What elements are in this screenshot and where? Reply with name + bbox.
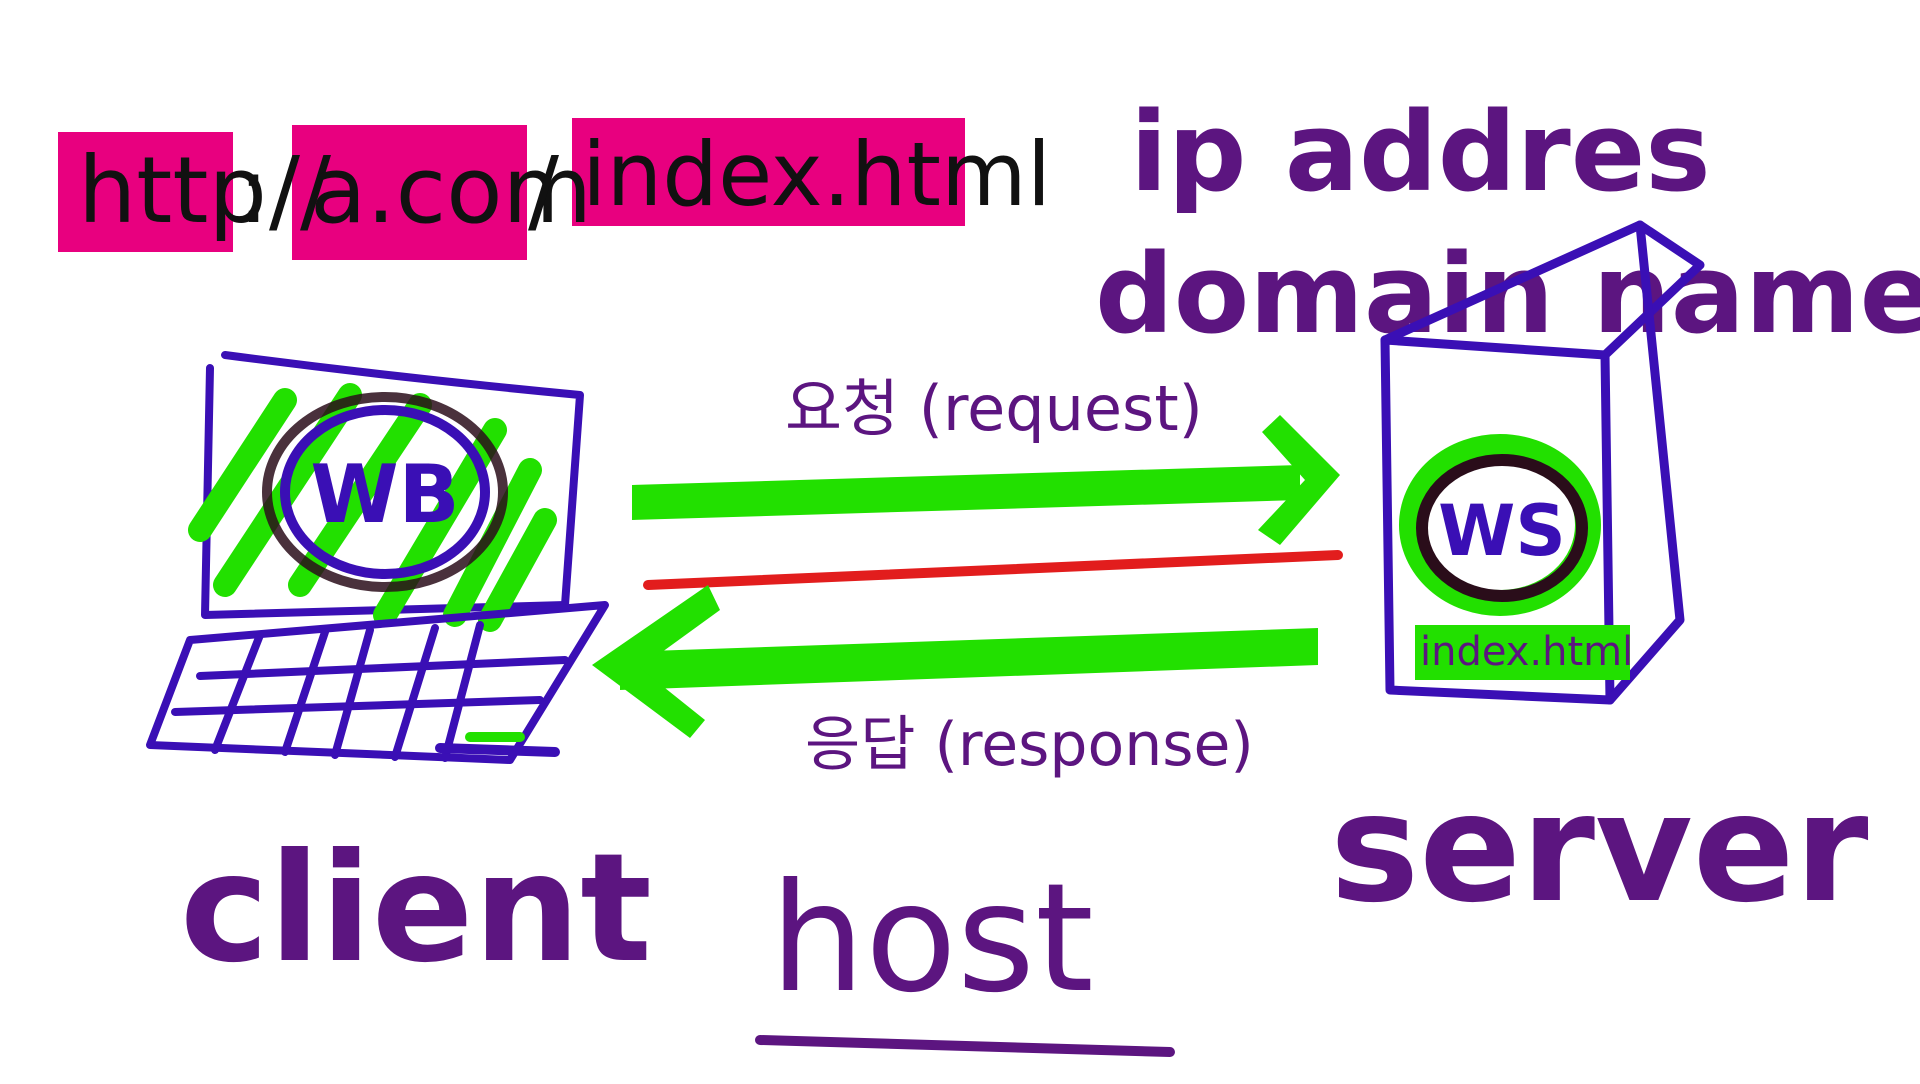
diagram-canvas: http :// a.com / index.html ip addres do… xyxy=(0,0,1920,1080)
server-badge: WS xyxy=(1438,490,1566,572)
server-note-ip: ip addres xyxy=(1130,88,1711,216)
url-path: index.html xyxy=(582,123,1051,226)
server-file-label: index.html xyxy=(1420,629,1633,675)
host-underline xyxy=(755,1035,1175,1057)
response-arrow-shaft xyxy=(620,628,1318,690)
server-note: ip addres domain name xyxy=(1095,88,1920,358)
response-label: 응답 (response) xyxy=(805,710,1254,780)
host-label: host xyxy=(770,852,1094,1026)
keyboard-base xyxy=(435,743,560,757)
url-group: http :// a.com / index.html xyxy=(58,118,1051,260)
request-label: 요청 (request) xyxy=(785,372,1203,445)
divider-line xyxy=(643,550,1343,590)
server-note-domain: domain name xyxy=(1095,230,1920,358)
request-arrow-shaft xyxy=(632,465,1300,520)
client-laptop: WB xyxy=(146,351,609,764)
client-label: client xyxy=(180,822,652,996)
url-slash: / xyxy=(528,137,559,244)
whiteboard-diagram: http :// a.com / index.html ip addres do… xyxy=(58,88,1920,1057)
server-label: server xyxy=(1330,762,1869,936)
client-badge: WB xyxy=(310,448,459,541)
